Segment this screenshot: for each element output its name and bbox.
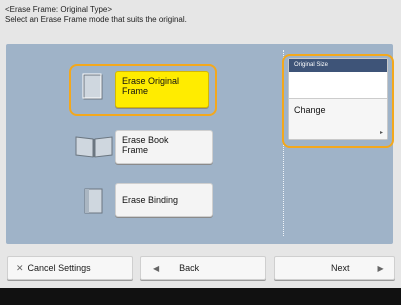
header: <Erase Frame: Original Type> Select an E… — [5, 5, 187, 25]
bottom-bar: ✕ Cancel Settings ◀ Back Next ▶ — [0, 248, 401, 284]
option-label-line1: Erase Binding — [122, 195, 179, 205]
option-erase-book-frame[interactable]: Erase Book Frame — [115, 130, 213, 164]
option-label-line1: Erase Book — [122, 135, 169, 145]
original-size-value — [289, 72, 387, 99]
close-icon: ✕ — [16, 262, 24, 273]
arrow-left-icon: ◀ — [153, 263, 160, 273]
option-erase-original-frame-row — [75, 72, 111, 102]
next-button[interactable]: Next ▶ — [274, 256, 395, 280]
arrow-right-icon: ▶ — [377, 263, 384, 273]
screen-instruction: Select an Erase Frame mode that suits th… — [5, 15, 187, 24]
option-erase-binding[interactable]: Erase Binding — [115, 183, 213, 217]
binding-sheet-icon — [75, 186, 111, 216]
original-size-box: Original Size Change ▸ — [288, 58, 388, 140]
next-label: Next — [331, 263, 350, 273]
option-erase-binding-row — [75, 186, 111, 216]
cancel-settings-label: Cancel Settings — [27, 263, 91, 273]
single-sheet-icon — [75, 72, 111, 102]
option-erase-book-frame-row — [72, 131, 116, 161]
change-label: Change — [294, 105, 326, 115]
option-erase-original-frame[interactable]: Erase Original Frame — [115, 71, 209, 108]
change-original-size-button[interactable]: Change ▸ — [289, 99, 387, 139]
status-bar — [0, 288, 401, 305]
back-label: Back — [179, 263, 200, 273]
triangle-right-icon: ▸ — [379, 130, 383, 136]
open-book-icon — [72, 131, 116, 161]
erase-frame-screen: <Erase Frame: Original Type> Select an E… — [0, 0, 401, 305]
option-label-line2: Frame — [122, 86, 149, 96]
option-label-line1: Erase Original — [122, 76, 180, 86]
original-size-title: Original Size — [289, 59, 387, 72]
cancel-settings-button[interactable]: ✕ Cancel Settings — [7, 256, 133, 280]
option-label-line2: Frame — [122, 145, 149, 155]
back-button[interactable]: ◀ Back — [140, 256, 266, 280]
original-size-panel: Original Size Change ▸ — [285, 55, 391, 143]
screen-title: <Erase Frame: Original Type> — [5, 5, 113, 14]
